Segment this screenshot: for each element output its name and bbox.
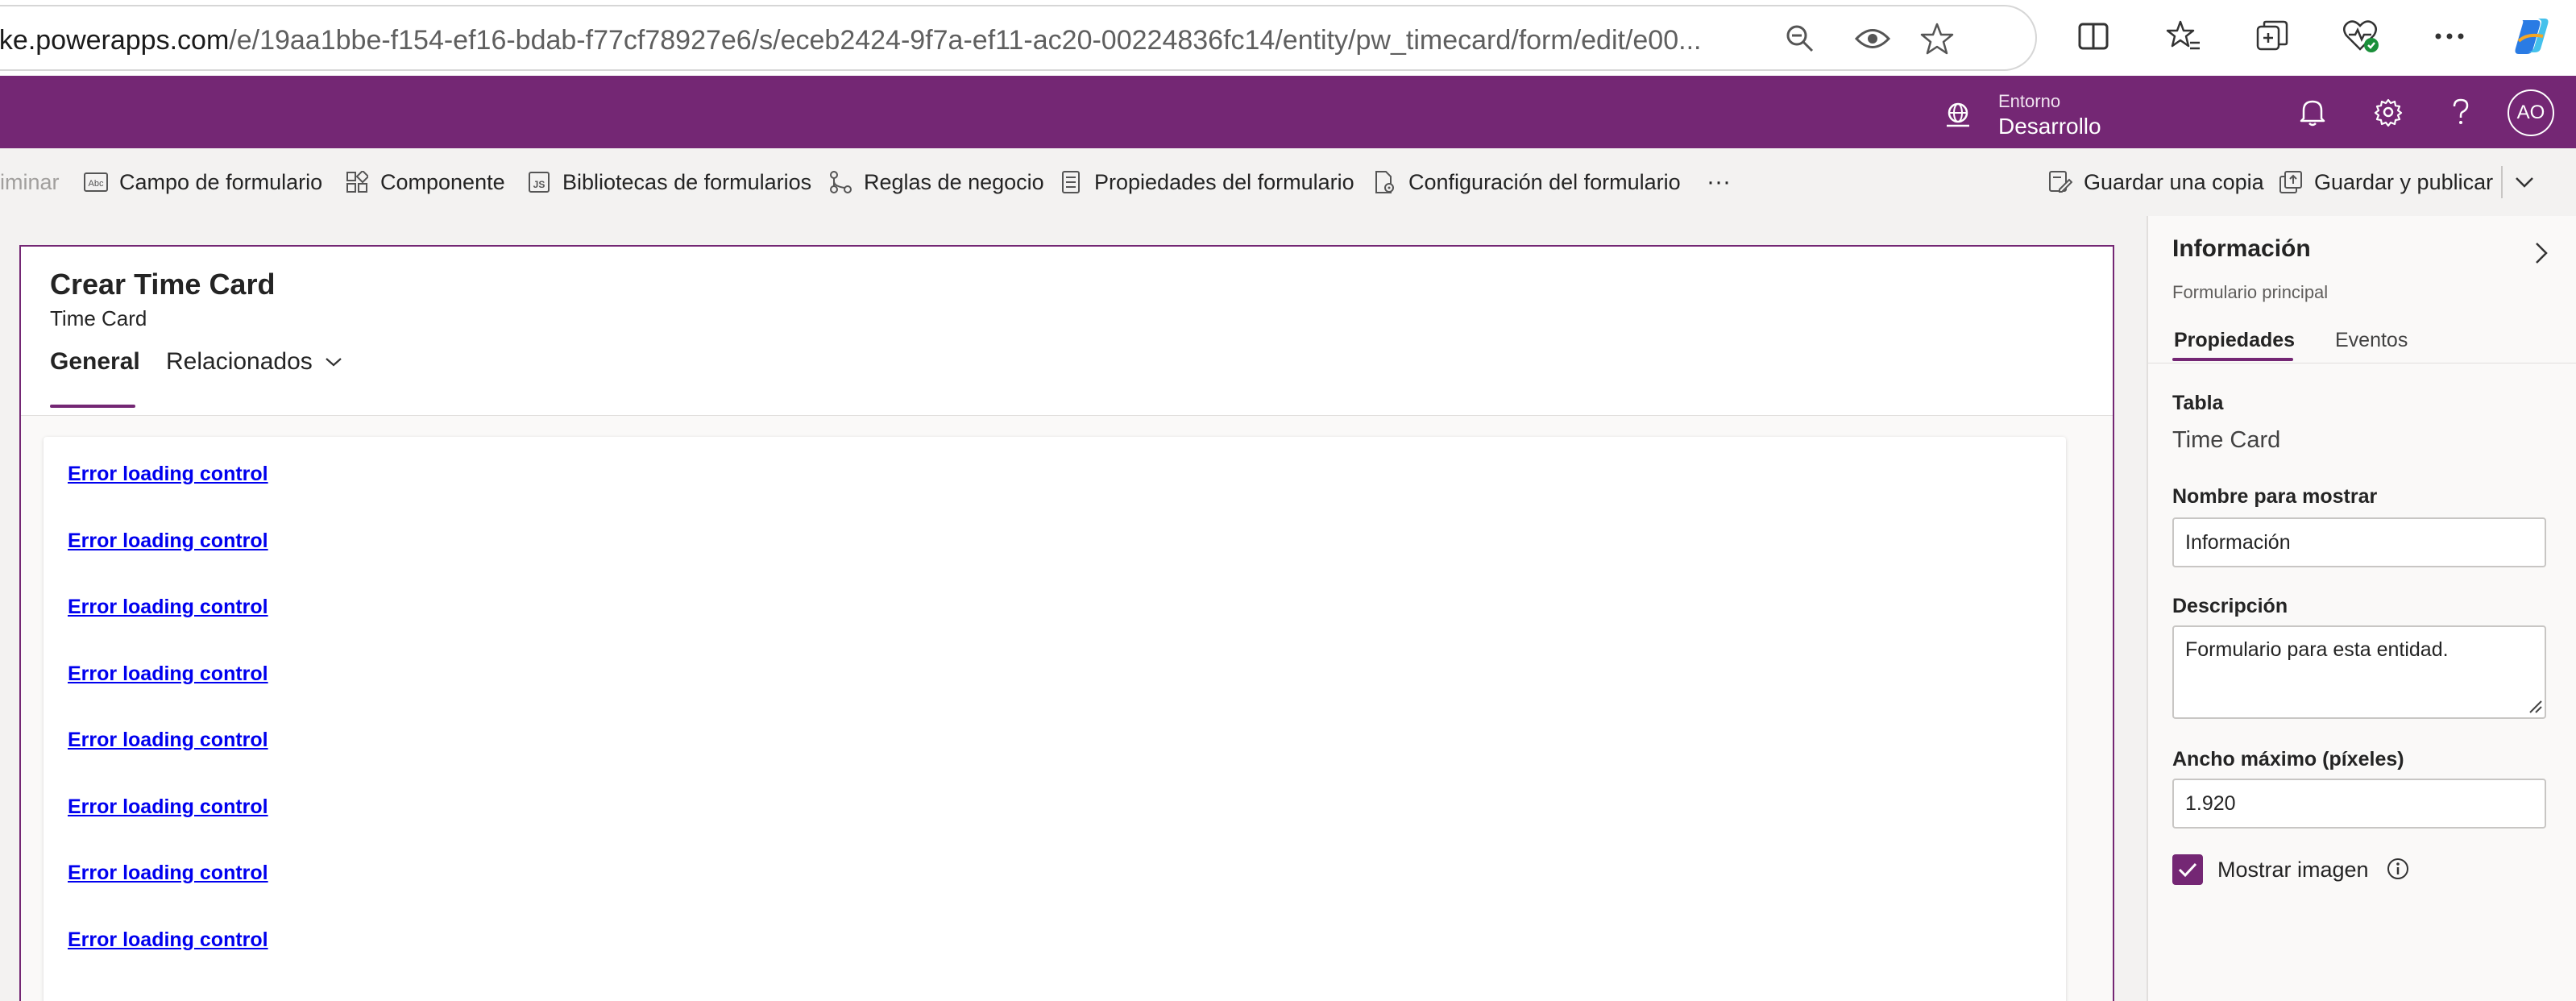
panel-title: Información bbox=[2172, 235, 2311, 262]
form-properties-button[interactable]: Propiedades del formulario bbox=[1059, 164, 1354, 200]
svg-text:JS: JS bbox=[533, 179, 545, 190]
component-button[interactable]: Componente bbox=[345, 164, 505, 200]
form-subtitle: Time Card bbox=[50, 306, 147, 330]
form-libraries-label: Bibliotecas de formularios bbox=[562, 169, 812, 194]
display-name-input[interactable] bbox=[2172, 517, 2546, 567]
save-publish-icon bbox=[2279, 170, 2303, 194]
bell-icon[interactable] bbox=[2288, 88, 2337, 136]
help-icon[interactable] bbox=[2437, 88, 2485, 136]
chevron-down-icon bbox=[2514, 176, 2535, 189]
error-loading-control-link[interactable]: Error loading control bbox=[68, 729, 268, 752]
business-rules-button[interactable]: Reglas de negocio bbox=[828, 164, 1044, 200]
save-publish-button[interactable]: Guardar y publicar bbox=[2279, 164, 2493, 200]
max-width-input[interactable] bbox=[2172, 779, 2546, 829]
save-copy-icon bbox=[2048, 170, 2072, 194]
error-loading-control-link[interactable]: Error loading control bbox=[68, 463, 268, 486]
collections-icon[interactable] bbox=[2248, 12, 2296, 60]
zoom-out-icon[interactable] bbox=[1776, 15, 1824, 63]
favorites-icon[interactable] bbox=[2159, 12, 2208, 60]
tab-general[interactable]: General bbox=[50, 348, 140, 376]
form-preview[interactable]: Crear Time Card Time Card General Relaci… bbox=[19, 245, 2114, 1001]
display-name-label: Nombre para mostrar bbox=[2172, 485, 2378, 508]
error-loading-control-link[interactable]: Error loading control bbox=[68, 862, 268, 885]
js-library-icon: JS bbox=[527, 170, 551, 194]
command-divider bbox=[2501, 166, 2503, 198]
delete-button[interactable]: liminar bbox=[0, 164, 60, 200]
show-image-checkbox[interactable] bbox=[2172, 854, 2203, 885]
more-icon[interactable] bbox=[2425, 12, 2474, 60]
component-label: Componente bbox=[380, 169, 505, 194]
properties-panel: Información Formulario principal Propied… bbox=[2147, 216, 2576, 1001]
more-commands-button[interactable]: ··· bbox=[1707, 164, 1731, 200]
form-canvas: Crear Time Card Time Card General Relaci… bbox=[0, 216, 2147, 1001]
chevron-down-icon bbox=[324, 356, 343, 368]
form-settings-icon bbox=[1373, 170, 1397, 194]
business-rules-label: Reglas de negocio bbox=[864, 169, 1044, 194]
eye-icon[interactable] bbox=[1848, 15, 1897, 63]
form-libraries-button[interactable]: JS Bibliotecas de formularios bbox=[527, 164, 811, 200]
business-rules-icon bbox=[828, 170, 852, 194]
tab-general-label: General bbox=[50, 348, 140, 375]
panel-subtitle: Formulario principal bbox=[2172, 282, 2329, 302]
form-properties-icon bbox=[1059, 170, 1083, 194]
url-text[interactable]: ake.powerapps.com/e/19aa1bbe-f154-ef16-b… bbox=[0, 23, 1701, 58]
tab-properties[interactable]: Propiedades bbox=[2174, 329, 2295, 352]
component-icon bbox=[345, 170, 369, 194]
form-settings-label: Configuración del formulario bbox=[1408, 169, 1681, 194]
form-field-button[interactable]: Abc Campo de formulario bbox=[84, 164, 322, 200]
save-options-dropdown[interactable] bbox=[2514, 164, 2535, 200]
text-field-icon: Abc bbox=[84, 170, 108, 194]
more-commands-label: ··· bbox=[1707, 168, 1731, 195]
app-header: Entorno Desarrollo AO bbox=[0, 76, 2576, 148]
tab-active-indicator bbox=[50, 405, 135, 408]
environment-picker[interactable]: Entorno Desarrollo bbox=[1943, 84, 2185, 140]
tab-events[interactable]: Eventos bbox=[2335, 329, 2408, 352]
globe-icon bbox=[1943, 100, 1972, 129]
resize-grip-icon[interactable] bbox=[2527, 698, 2543, 714]
form-section[interactable]: Error loading control Error loading cont… bbox=[44, 437, 2066, 1001]
environment-value: Desarrollo bbox=[1998, 114, 2101, 139]
address-bar[interactable]: ake.powerapps.com/e/19aa1bbe-f154-ef16-b… bbox=[0, 5, 2037, 71]
split-screen-icon[interactable] bbox=[2069, 12, 2118, 60]
panel-tab-indicator bbox=[2172, 358, 2293, 361]
browser-toolbar: ake.powerapps.com/e/19aa1bbe-f154-ef16-b… bbox=[0, 0, 2576, 76]
avatar[interactable]: AO bbox=[2508, 89, 2554, 136]
form-header[interactable]: Crear Time Card Time Card General Relaci… bbox=[21, 247, 2113, 416]
form-title: Crear Time Card bbox=[50, 268, 276, 301]
form-field-label: Campo de formulario bbox=[119, 169, 323, 194]
description-textarea[interactable]: Formulario para esta entidad. bbox=[2172, 625, 2546, 719]
save-publish-label: Guardar y publicar bbox=[2314, 169, 2494, 194]
browser-essentials-icon[interactable] bbox=[2337, 12, 2385, 60]
max-width-label: Ancho máximo (píxeles) bbox=[2172, 748, 2404, 770]
svg-text:Abc: Abc bbox=[89, 179, 104, 189]
error-loading-control-link[interactable]: Error loading control bbox=[68, 596, 268, 619]
environment-label: Entorno bbox=[1998, 91, 2061, 111]
chevron-right-icon[interactable] bbox=[2525, 237, 2557, 269]
table-label: Tabla bbox=[2172, 392, 2224, 414]
gear-icon[interactable] bbox=[2364, 88, 2412, 136]
error-loading-control-link[interactable]: Error loading control bbox=[68, 928, 268, 952]
copilot-icon[interactable] bbox=[2508, 12, 2556, 60]
table-value: Time Card bbox=[2172, 427, 2281, 453]
form-settings-button[interactable]: Configuración del formulario bbox=[1373, 164, 1681, 200]
error-loading-control-link[interactable]: Error loading control bbox=[68, 530, 268, 553]
save-copy-button[interactable]: Guardar una copia bbox=[2048, 164, 2264, 200]
tab-related[interactable]: Relacionados bbox=[166, 348, 343, 376]
error-loading-control-link[interactable]: Error loading control bbox=[68, 662, 268, 686]
error-loading-control-link[interactable]: Error loading control bbox=[68, 795, 268, 819]
command-bar: liminar Abc Campo de formulario Componen… bbox=[0, 148, 2576, 216]
star-icon[interactable] bbox=[1913, 15, 1961, 63]
description-label: Descripción bbox=[2172, 595, 2288, 617]
show-image-label: Mostrar imagen bbox=[2217, 858, 2369, 882]
save-copy-label: Guardar una copia bbox=[2084, 169, 2264, 194]
delete-label: liminar bbox=[0, 169, 60, 194]
form-properties-label: Propiedades del formulario bbox=[1094, 169, 1354, 194]
info-icon[interactable] bbox=[2385, 856, 2411, 882]
tab-related-label: Relacionados bbox=[166, 348, 313, 375]
